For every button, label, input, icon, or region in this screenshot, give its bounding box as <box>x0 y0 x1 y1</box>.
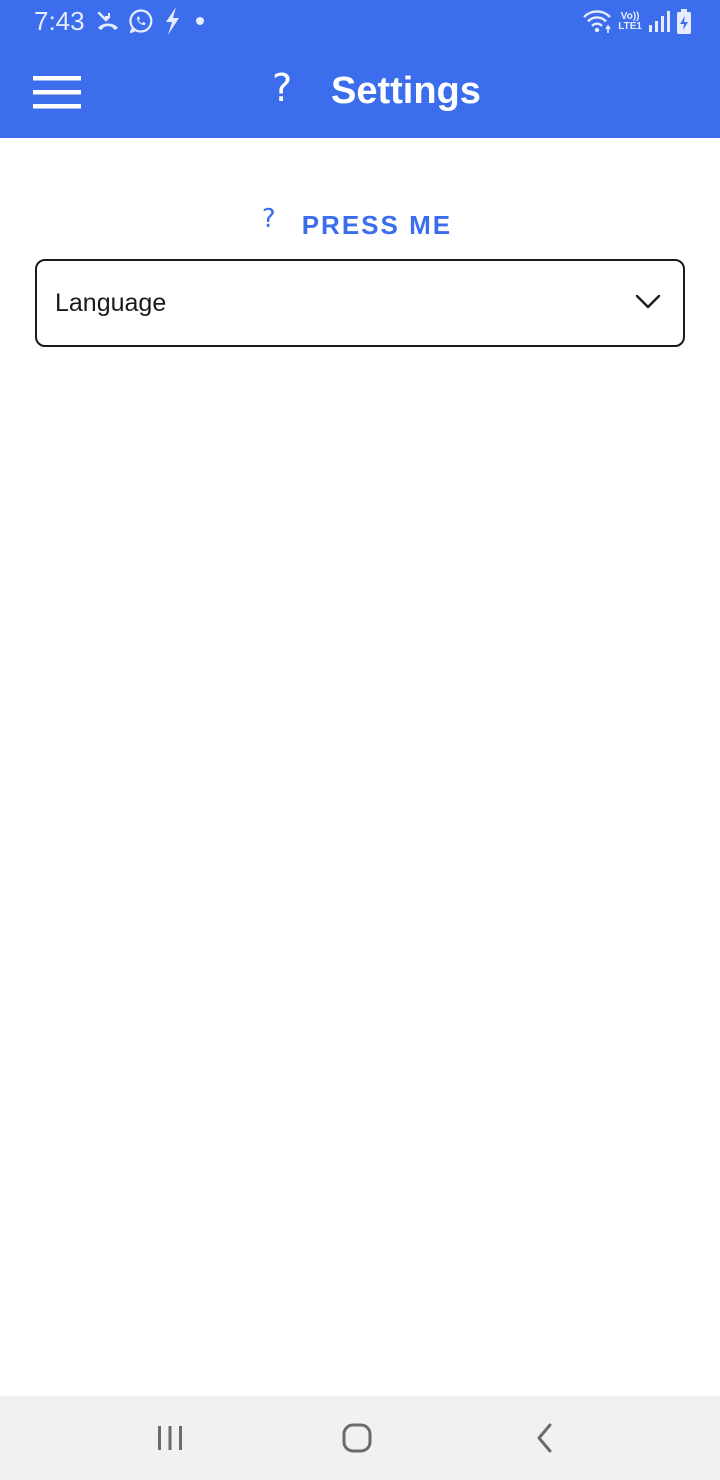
status-time: 7:43 <box>34 6 85 36</box>
recents-icon <box>158 1426 182 1450</box>
home-button[interactable] <box>327 1414 387 1462</box>
signal-icon <box>649 11 670 32</box>
lte-label: LTE1 <box>618 21 642 32</box>
press-me-label: PRESS ME <box>301 209 453 240</box>
hamburger-icon <box>33 76 81 109</box>
language-select-value: Language <box>55 289 167 317</box>
language-select[interactable]: Language <box>35 259 685 347</box>
flash-icon <box>166 7 179 35</box>
notification-icons <box>96 6 218 36</box>
lte-icon: Vo)) LTE1 <box>618 12 642 32</box>
title-help-icon: ? <box>272 66 293 110</box>
chevron-down-icon <box>635 294 661 309</box>
wifi-icon <box>583 10 612 33</box>
help-icon: ? <box>261 204 276 234</box>
back-button[interactable] <box>515 1414 575 1462</box>
back-icon <box>537 1423 552 1453</box>
system-nav-bar <box>0 1396 720 1480</box>
system-icons: Vo)) LTE1 <box>576 6 692 38</box>
menu-button[interactable] <box>22 64 92 120</box>
whatsapp-icon <box>129 9 153 34</box>
page-title: Settings <box>331 70 481 112</box>
status-bar: 7:43 Vo)) LTE1 <box>0 0 720 44</box>
screen: 7:43 Vo)) LTE1 ? Settings ? PRESS ME Lan… <box>0 0 720 1480</box>
home-icon <box>342 1423 372 1453</box>
battery-icon <box>677 9 691 34</box>
press-me-button[interactable]: ? PRESS ME <box>0 200 720 250</box>
recents-button[interactable] <box>140 1414 200 1462</box>
dot-icon <box>196 17 204 25</box>
missed-call-icon <box>97 11 118 30</box>
app-bar: ? Settings <box>0 44 720 138</box>
